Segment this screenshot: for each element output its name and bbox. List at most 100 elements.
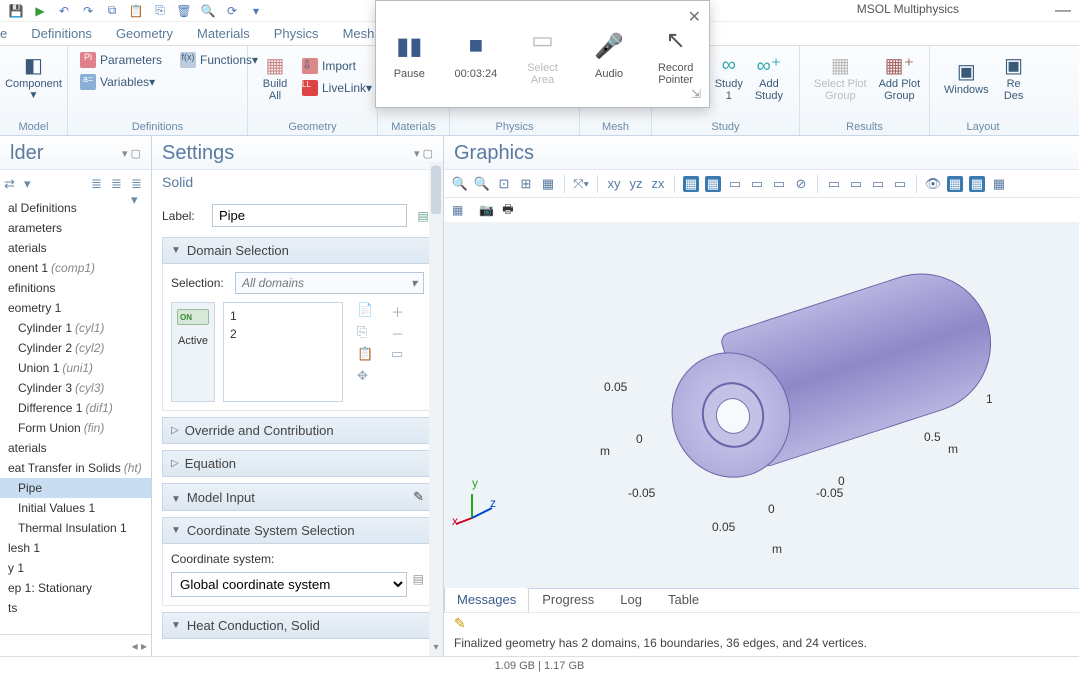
coord-help-icon[interactable]: ▤	[413, 572, 424, 597]
sel-boundary-icon[interactable]: ▦	[705, 176, 721, 192]
tb-icon[interactable]: ≣	[91, 176, 107, 192]
duplicate-icon[interactable]: ⎘	[152, 3, 168, 19]
zoom-extents-icon[interactable]: ⊞	[518, 176, 534, 192]
section-coord[interactable]: ▼Coordinate System Selection	[162, 517, 433, 544]
tree-item[interactable]: arameters	[0, 218, 151, 238]
view-xyz-icon[interactable]: ⤧▾	[573, 176, 589, 192]
variables-button[interactable]: a=Variables ▾	[76, 72, 239, 92]
section-heat[interactable]: ▼Heat Conduction, Solid	[162, 612, 433, 639]
tree-item[interactable]: Form Union(fin)	[0, 418, 151, 438]
clip4-icon[interactable]: ▭	[892, 176, 908, 192]
import-button[interactable]: ⇩Import	[298, 56, 376, 76]
active-toggle[interactable]: ON Active	[171, 302, 215, 402]
add-icon[interactable]: ＋	[391, 302, 407, 318]
pause-button[interactable]: ▮▮ Pause	[376, 1, 443, 107]
zoom-sel-icon[interactable]: ▦	[540, 176, 556, 192]
tree-item[interactable]: Cylinder 1(cyl1)	[0, 318, 151, 338]
vis1-icon[interactable]: 👁	[925, 176, 941, 192]
clip3-icon[interactable]: ▭	[870, 176, 886, 192]
screenshot-icon[interactable]: 📷	[479, 203, 494, 217]
sel-edge-icon[interactable]: ▭	[727, 176, 743, 192]
clip-icon[interactable]: ▭	[826, 176, 842, 192]
redo-icon[interactable]: ↷	[80, 3, 96, 19]
close-icon[interactable]: ✕	[688, 7, 701, 27]
component-button[interactable]: ◧ Component ▼	[8, 50, 59, 103]
view-zx-icon[interactable]: zx	[650, 176, 666, 192]
sel-none-icon[interactable]: ▭	[771, 176, 787, 192]
sel-domain-icon[interactable]: ▦	[683, 176, 699, 192]
print-icon[interactable]: 🖶	[502, 200, 513, 221]
model-tree[interactable]: al Definitionsarametersaterialsonent 1(c…	[0, 198, 151, 634]
tree-item[interactable]: aterials	[0, 238, 151, 258]
clip2-icon[interactable]: ▭	[848, 176, 864, 192]
settings-scrollbar[interactable]: ▴ ▾	[429, 162, 443, 656]
tree-item[interactable]: ep 1: Stationary	[0, 578, 151, 598]
tab-log[interactable]: Log	[607, 587, 655, 612]
tree-item[interactable]: y 1	[0, 558, 151, 578]
view-xy-icon[interactable]: xy	[606, 176, 622, 192]
vis2-icon[interactable]: ▦	[947, 176, 963, 192]
tree-item[interactable]: Cylinder 2(cyl2)	[0, 338, 151, 358]
clear-icon[interactable]: ▭	[391, 346, 407, 362]
tab-table[interactable]: Table	[655, 587, 712, 612]
tb-icon[interactable]: ⇄	[4, 176, 20, 192]
tree-item[interactable]: Thermal Insulation 1	[0, 518, 151, 538]
tree-item[interactable]: lesh 1	[0, 538, 151, 558]
tree-item[interactable]: aterials	[0, 438, 151, 458]
tb-icon[interactable]: ▾	[24, 176, 40, 192]
vis3-icon[interactable]: ▦	[969, 176, 985, 192]
tree-item[interactable]: Cylinder 3(cyl3)	[0, 378, 151, 398]
undo-icon[interactable]: ↶	[56, 3, 72, 19]
tree-item[interactable]: eometry 1	[0, 298, 151, 318]
hide-icon[interactable]: ⊘	[793, 176, 809, 192]
scene-icon[interactable]: ▦	[452, 203, 463, 217]
minimize-button[interactable]: —	[1055, 2, 1071, 20]
livelink-button[interactable]: LLLiveLink ▾	[298, 78, 376, 98]
select-plot-button[interactable]: ▦Select Plot Group	[808, 50, 873, 104]
paste-sel-icon[interactable]: 📄	[357, 302, 373, 318]
tab-progress[interactable]: Progress	[529, 587, 607, 612]
zoom-out-icon[interactable]: 🔍	[474, 176, 490, 192]
zoom-in-icon[interactable]: 🔍	[452, 176, 468, 192]
more-icon[interactable]: ▾	[248, 3, 264, 19]
paste-icon[interactable]: 📋	[128, 3, 144, 19]
tab-materials[interactable]: Materials	[185, 22, 262, 45]
tree-item[interactable]: efinitions	[0, 278, 151, 298]
tree-item[interactable]: Difference 1(dif1)	[0, 398, 151, 418]
zoom-icon[interactable]: 🔍	[200, 3, 216, 19]
tree-item[interactable]: Initial Values 1	[0, 498, 151, 518]
tab-geometry[interactable]: Geometry	[104, 22, 185, 45]
domain-item[interactable]: 1	[230, 307, 336, 325]
pin-icon[interactable]: ⇲	[691, 87, 701, 101]
view-yz-icon[interactable]: yz	[628, 176, 644, 192]
move-icon[interactable]: ✥	[357, 368, 373, 384]
save-icon[interactable]: 💾	[8, 3, 24, 19]
stop-button[interactable]: ■ 00:03:24	[443, 1, 510, 107]
domain-item[interactable]: 2	[230, 325, 336, 343]
delete-icon[interactable]: 🗑	[176, 3, 192, 19]
tree-item[interactable]: eat Transfer in Solids(ht)	[0, 458, 151, 478]
section-domain-selection[interactable]: ▼Domain Selection	[162, 237, 433, 264]
run-icon[interactable]: ▶	[32, 3, 48, 19]
remove-icon[interactable]: －	[391, 324, 407, 340]
zoom-box-icon[interactable]: ⊡	[496, 176, 512, 192]
tab-physics[interactable]: Physics	[262, 22, 331, 45]
copy-sel-icon[interactable]: ⎘	[357, 324, 373, 340]
tb-icon[interactable]: ≣ ▾	[131, 176, 147, 192]
clip-icon[interactable]: 📋	[357, 346, 373, 362]
broom-icon[interactable]: ✎	[454, 615, 1069, 632]
sel-point-icon[interactable]: ▭	[749, 176, 765, 192]
add-plot-button[interactable]: ▦⁺Add Plot Group	[873, 50, 927, 104]
tree-item[interactable]: onent 1(comp1)	[0, 258, 151, 278]
windows-button[interactable]: ▣Windows	[938, 56, 995, 98]
tree-item[interactable]: Union 1(uni1)	[0, 358, 151, 378]
select-area-button[interactable]: ▭ Select Area	[509, 1, 576, 107]
edit-icon[interactable]: ✎	[413, 489, 424, 505]
tb-icon[interactable]: ≣	[111, 176, 127, 192]
reset-desktop-button[interactable]: ▣Re Des	[995, 50, 1033, 104]
tab-home[interactable]: e	[0, 22, 19, 45]
graphics-canvas[interactable]: 0.05 0 -0.05 m 0.05 0 -0.05 m 0 0.5 1 m …	[444, 222, 1079, 588]
study-button[interactable]: ∞Study 1	[709, 50, 749, 104]
tab-definitions[interactable]: Definitions	[19, 22, 104, 45]
tree-scrollbar[interactable]: ◂ ▸	[0, 634, 151, 656]
